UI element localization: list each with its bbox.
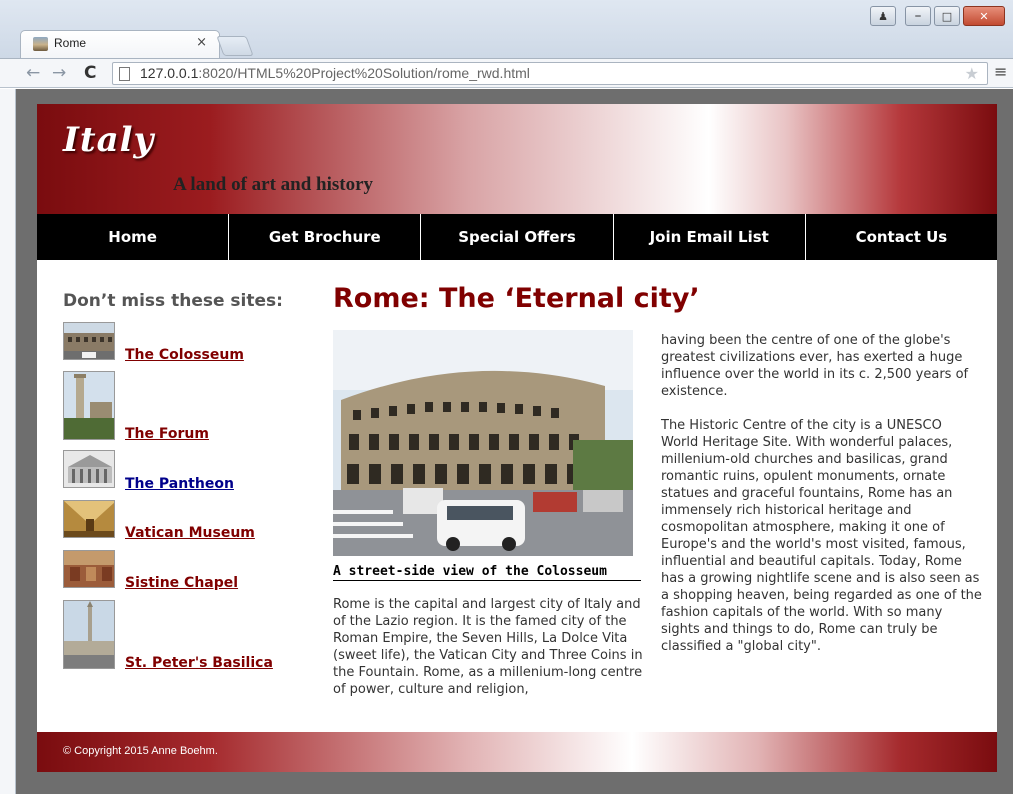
right-column-text: having been the centre of one of the glo…: [661, 332, 983, 655]
nav-contact-us[interactable]: Contact Us: [806, 214, 997, 260]
sistine-chapel-thumbnail[interactable]: [63, 550, 115, 588]
window-left-edge: [0, 89, 16, 794]
site-link-st-peters-basilica[interactable]: St. Peter's Basilica: [125, 655, 273, 671]
browser-tab[interactable]: Rome ×: [20, 30, 220, 58]
window-controls: ♟ ⎯ □ ✕: [870, 6, 1005, 28]
url-path: :8020/HTML5%20Project%20Solution/rome_rw…: [198, 65, 530, 81]
url-host: 127.0.0.1: [140, 65, 199, 81]
vatican-museum-thumbnail[interactable]: [63, 500, 115, 538]
tab-title: Rome: [54, 36, 87, 50]
tab-close-icon[interactable]: ×: [196, 35, 207, 50]
forum-thumbnail[interactable]: [63, 371, 115, 440]
menu-icon[interactable]: ≡: [994, 62, 1007, 81]
star-icon[interactable]: ★: [965, 64, 979, 83]
new-tab-button[interactable]: [216, 36, 254, 56]
page-icon: [119, 67, 130, 81]
history-paragraph: having been the centre of one of the glo…: [661, 333, 969, 399]
back-icon[interactable]: ←: [26, 63, 40, 83]
colosseum-photo: [333, 330, 633, 556]
address-bar[interactable]: 127.0.0.1:8020/HTML5%20Project%20Solutio…: [112, 62, 988, 85]
photo-caption: A street-side view of the Colosseum: [333, 564, 641, 581]
browser-titlebar: Rome × ♟ ⎯ □ ✕: [0, 0, 1013, 60]
close-icon[interactable]: ✕: [963, 6, 1005, 26]
favicon-icon: [33, 37, 48, 51]
nav-get-brochure[interactable]: Get Brochure: [229, 214, 422, 260]
pantheon-thumbnail[interactable]: [63, 450, 115, 488]
site-link-forum[interactable]: The Forum: [125, 426, 209, 442]
site-header: Italy A land of art and history: [37, 104, 997, 214]
site-tagline: A land of art and history: [173, 174, 374, 195]
colosseum-thumbnail[interactable]: [63, 322, 115, 360]
nav-join-email-list[interactable]: Join Email List: [614, 214, 806, 260]
site-logo[interactable]: Italy: [63, 120, 154, 160]
main-heading: Rome: The ‘Eternal city’: [333, 283, 700, 314]
page-container: Italy A land of art and history Home Get…: [37, 104, 997, 772]
nav-special-offers[interactable]: Special Offers: [421, 214, 614, 260]
site-footer: © Copyright 2015 Anne Boehm.: [37, 732, 997, 772]
copyright-text: © Copyright 2015 Anne Boehm.: [63, 745, 218, 757]
st-peters-thumbnail[interactable]: [63, 600, 115, 669]
forward-icon[interactable]: →: [52, 63, 66, 83]
main-nav: Home Get Brochure Special Offers Join Em…: [37, 214, 997, 260]
site-link-sistine-chapel[interactable]: Sistine Chapel: [125, 575, 238, 591]
url-text[interactable]: 127.0.0.1:8020/HTML5%20Project%20Solutio…: [140, 65, 530, 81]
heritage-paragraph: The Historic Centre of the city is a UNE…: [661, 418, 982, 654]
site-link-pantheon[interactable]: The Pantheon: [125, 476, 234, 492]
intro-paragraph: Rome is the capital and largest city of …: [333, 597, 643, 697]
maximize-icon[interactable]: □: [934, 6, 960, 26]
user-icon[interactable]: ♟: [870, 6, 896, 26]
minimize-icon[interactable]: ⎯: [905, 6, 931, 26]
site-link-vatican-museum[interactable]: Vatican Museum: [125, 525, 255, 541]
sidebar-heading: Don’t miss these sites:: [63, 291, 283, 311]
reload-icon[interactable]: C: [84, 63, 96, 83]
site-link-colosseum[interactable]: The Colosseum: [125, 347, 244, 363]
browser-toolbar: ← → C 127.0.0.1:8020/HTML5%20Project%20S…: [0, 58, 1013, 88]
nav-home[interactable]: Home: [37, 214, 230, 260]
